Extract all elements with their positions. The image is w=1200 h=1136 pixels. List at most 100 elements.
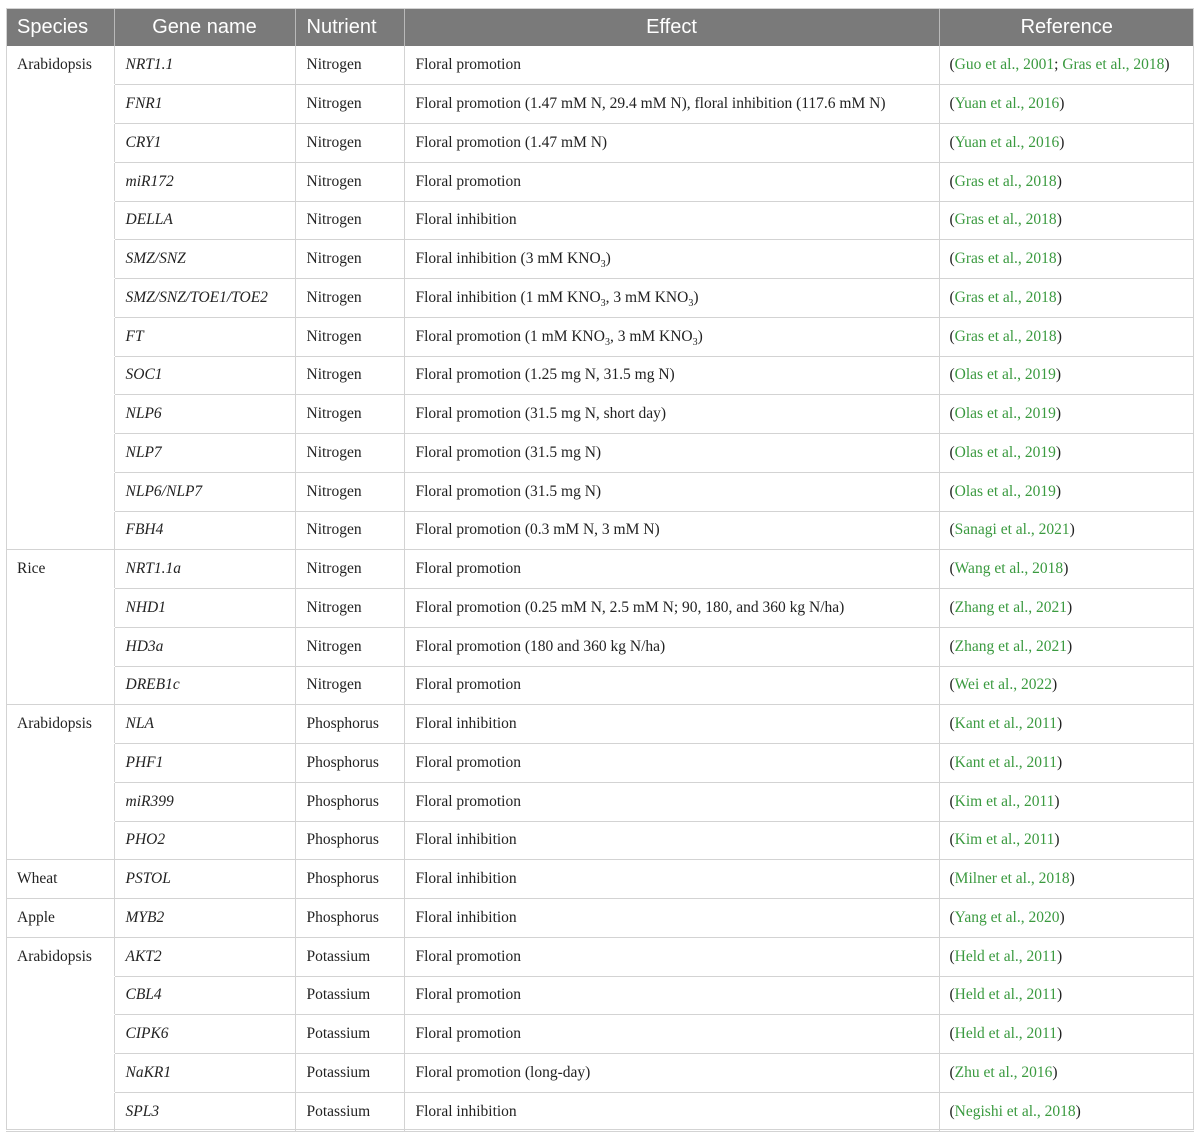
citation-link[interactable]: Milner et al., 2018 (955, 870, 1070, 887)
citation-link[interactable]: Kim et al., 2011 (955, 793, 1055, 810)
citation-link[interactable]: Olas et al., 2019 (955, 366, 1056, 383)
cell-reference: (Held et al., 2011) (939, 976, 1194, 1016)
cell-gene-name: PHO2 (114, 821, 296, 861)
cell-nutrient: Nitrogen (295, 666, 405, 706)
citation-link[interactable]: Kant et al., 2011 (955, 754, 1057, 771)
cell-effect: Floral promotion (31.5 mg N, short day) (404, 394, 940, 434)
cell-effect: Floral inhibition (404, 859, 940, 899)
cell-effect: Floral inhibition (404, 821, 940, 861)
citation-link[interactable]: Wei et al., 2022 (955, 676, 1052, 693)
citation-link[interactable]: Zhang et al., 2021 (955, 599, 1067, 616)
cell-reference: (Gras et al., 2018) (939, 239, 1194, 279)
citation-link[interactable]: Kant et al., 2011 (955, 715, 1057, 732)
table-row: DELLA Nitrogen Floral inhibition (Gras et a… (6, 201, 1194, 241)
cell-effect: Floral promotion (1 mM KNO3, 3 mM KNO3) (404, 317, 940, 357)
citation-link[interactable]: Wang et al., 2018 (955, 560, 1064, 577)
citation-link[interactable]: Gras et al., 2018 (955, 289, 1057, 306)
cell-nutrient: Nitrogen (295, 356, 405, 396)
cell-reference: (Yuan et al., 2016) (939, 123, 1194, 163)
table-body: Arabidopsis NRT1.1 Nitrogen Floral promotio… (6, 46, 1194, 1132)
citation-link[interactable]: Guo et al., 2001 (955, 56, 1054, 73)
cell-reference: (Olas et al., 2019) (939, 472, 1194, 512)
citation-link[interactable]: Gras et al., 2018 (955, 250, 1057, 267)
table-row: DREB1c Nitrogen Floral promotion (Wei et al… (6, 666, 1194, 706)
table-row: Arabidopsis AKT2 Potassium Floral promotion… (6, 937, 1194, 977)
cell-effect: Floral promotion (0.25 mM N, 2.5 mM N; 9… (404, 588, 940, 628)
cell-reference: (Milner et al., 2018) (939, 859, 1194, 899)
cell-species (6, 743, 115, 783)
table-row: Wheat PSTOL Phosphorus Floral inhibition (Mi… (6, 859, 1194, 899)
citation-link[interactable]: Olas et al., 2019 (955, 483, 1056, 500)
citation-link[interactable]: Sanagi et al., 2021 (955, 521, 1070, 538)
citation-link[interactable]: Negishi et al., 2018 (955, 1103, 1076, 1120)
citation-link[interactable]: Yuan et al., 2016 (955, 134, 1060, 151)
cell-nutrient: Nitrogen (295, 84, 405, 124)
citation-link[interactable]: Zhang et al., 2021 (955, 638, 1067, 655)
cell-gene-name: MYB2 (114, 898, 296, 938)
reference-close-paren: ) (1067, 598, 1073, 616)
table-row: PHF1 Phosphorus Floral promotion (Kant et a… (6, 743, 1194, 783)
reference-close-paren: ) (1052, 1063, 1058, 1081)
citation-link[interactable]: Kim et al., 2011 (955, 831, 1055, 848)
citation-link[interactable]: Olas et al., 2019 (955, 444, 1056, 461)
cell-effect: Floral promotion (404, 46, 940, 86)
cell-reference: (Gras et al., 2018) (939, 278, 1194, 318)
cell-nutrient: Nitrogen (295, 201, 405, 241)
cell-effect: Floral promotion (404, 666, 940, 706)
cell-nutrient: Nitrogen (295, 433, 405, 473)
reference-close-paren: ) (1059, 95, 1065, 113)
table-row: FNR1 Nitrogen Floral promotion (1.47 mM N,… (6, 84, 1194, 124)
cell-species (6, 821, 115, 861)
cell-nutrient: Nitrogen (295, 549, 405, 589)
reference-close-paren: ) (1056, 753, 1063, 771)
subscript-3: 3 (600, 259, 606, 271)
cell-nutrient: Nitrogen (295, 394, 405, 434)
reference-close-paren: ) (1059, 133, 1065, 151)
citation-link[interactable]: Gras et al., 2018 (955, 211, 1057, 228)
cell-gene-name: NLP7 (114, 433, 296, 473)
citation-link[interactable]: Held et al., 2011 (955, 1025, 1057, 1042)
reference-close-paren: ) (1069, 870, 1075, 888)
cell-gene-name: NRT1.1a (114, 549, 296, 589)
cell-effect: Floral promotion (0.3 mM N, 3 mM N) (404, 511, 940, 551)
reference-close-paren: ) (1055, 482, 1062, 500)
cell-effect: Floral promotion (1.47 mM N, 29.4 mM N),… (404, 84, 940, 124)
cell-species (6, 666, 115, 706)
reference-close-paren: ) (1055, 443, 1062, 461)
cell-effect: Floral promotion (404, 976, 940, 1016)
table-row: Arabidopsis NLA Phosphorus Floral inhibitio… (6, 704, 1194, 744)
cell-nutrient: Phosphorus (295, 898, 405, 938)
citation-link[interactable]: Olas et al., 2019 (955, 405, 1056, 422)
citation-link[interactable]: Held et al., 2011 (955, 948, 1057, 965)
cell-reference: (Kim et al., 2011) (939, 821, 1194, 861)
citation-link[interactable]: Gras et al., 2018 (1062, 56, 1164, 73)
citation-link[interactable]: Gras et al., 2018 (955, 173, 1057, 190)
citation-link[interactable]: Yuan et al., 2016 (955, 95, 1060, 112)
cell-effect: Floral promotion (404, 937, 940, 977)
cell-reference: (Gras et al., 2018) (939, 317, 1194, 357)
reference-close-paren: ) (1075, 1102, 1081, 1120)
cell-species (6, 239, 115, 279)
citation-link[interactable]: Zhu et al., 2016 (955, 1064, 1053, 1081)
cell-effect: Floral promotion (404, 1014, 940, 1054)
cell-species: Arabidopsis (6, 704, 115, 744)
reference-close-paren: ) (1063, 560, 1069, 578)
cell-nutrient: Potassium (295, 1053, 405, 1093)
cell-nutrient: Nitrogen (295, 511, 405, 551)
cell-nutrient: Potassium (295, 976, 405, 1016)
cell-nutrient: Phosphorus (295, 704, 405, 744)
table-row: CIPK6 Potassium Floral promotion (Held et a… (6, 1014, 1194, 1054)
citation-link[interactable]: Held et al., 2011 (955, 986, 1057, 1003)
cell-reference: (Gras et al., 2018) (939, 162, 1194, 202)
cell-effect: Floral promotion (31.5 mg N) (404, 472, 940, 512)
cell-gene-name: FBH4 (114, 511, 296, 551)
citation-link[interactable]: Gras et al., 2018 (955, 328, 1057, 345)
table-row: CRY1 Nitrogen Floral promotion (1.47 mM N)… (6, 123, 1194, 163)
cell-reference: (Zhu et al., 2016) (939, 1053, 1194, 1093)
cell-gene-name: DELLA (114, 201, 296, 241)
cell-nutrient: Potassium (295, 1092, 405, 1132)
cell-gene-name: NHD1 (114, 588, 296, 628)
citation-link[interactable]: Yang et al., 2020 (955, 909, 1060, 926)
cell-gene-name: HD3a (114, 627, 296, 667)
cell-reference: (Wei et al., 2022) (939, 666, 1194, 706)
